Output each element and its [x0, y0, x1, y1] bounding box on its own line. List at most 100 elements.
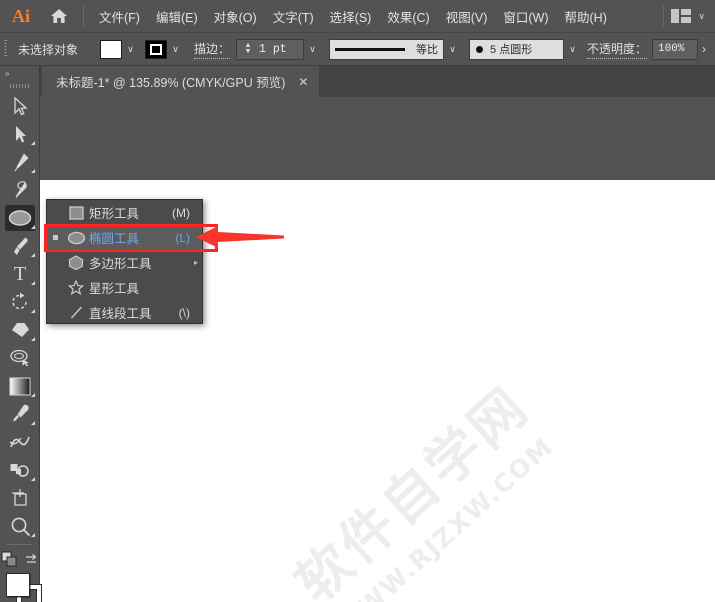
workspace-chevron-down-icon[interactable]: ∨ — [698, 11, 705, 22]
menu-select[interactable]: 选择(S) — [322, 0, 380, 32]
ellipse-icon — [8, 210, 32, 226]
toolbar-grip[interactable] — [0, 80, 39, 92]
zoom-tool[interactable] — [0, 512, 40, 540]
menu-object[interactable]: 对象(O) — [206, 0, 265, 32]
rotate-tool[interactable] — [0, 288, 40, 316]
flyout-item-rectangle[interactable]: 矩形工具 (M) — [47, 200, 202, 225]
fill-stroke-indicator[interactable] — [0, 571, 42, 602]
direct-selection-tool[interactable] — [0, 120, 40, 148]
type-tool[interactable]: T — [0, 260, 40, 288]
flyout-item-star[interactable]: 星形工具 — [47, 275, 202, 300]
flyout-shortcut: (M) — [172, 205, 190, 220]
blend-icon — [9, 436, 30, 448]
ellipse-icon — [63, 231, 89, 245]
flyout-item-line-segment[interactable]: 直线段工具 (\) — [47, 300, 202, 325]
selection-tool[interactable] — [0, 92, 40, 120]
brush-label: 5 点圆形 — [490, 44, 533, 56]
canvas-area[interactable]: 软件自学网 WWW.RJZXW.COM — [40, 97, 715, 602]
menu-edit[interactable]: 编辑(E) — [148, 0, 206, 32]
stroke-profile-select[interactable]: 等比 — [329, 38, 445, 60]
home-icon[interactable] — [42, 0, 76, 32]
document-tab[interactable]: 未标题-1* @ 135.89% (CMYK/GPU 预览) ✕ — [42, 66, 320, 97]
flyout-item-polygon[interactable]: 多边形工具 ▸ — [47, 250, 202, 275]
paintbrush-icon — [13, 237, 28, 255]
stroke-color-swatch[interactable] — [145, 39, 168, 59]
flyout-submenu-arrow-icon[interactable]: ▸ — [194, 258, 198, 267]
tool-flyout-indicator — [31, 253, 35, 257]
workspace-divider — [663, 6, 665, 26]
profile-label: 等比 — [416, 44, 439, 56]
stroke-weight-input[interactable]: ▲ ▼ 1 pt — [236, 38, 305, 60]
tool-flyout-indicator — [31, 225, 35, 229]
document-tab-bar: 未标题-1* @ 135.89% (CMYK/GPU 预览) ✕ — [0, 66, 715, 97]
fill-indicator[interactable] — [6, 573, 30, 597]
document-tab-title: 未标题-1* @ 135.89% (CMYK/GPU 预览) — [56, 76, 286, 90]
default-fill-stroke-icon[interactable] — [1, 551, 18, 567]
menu-file[interactable]: 文件(F) — [91, 0, 148, 32]
menu-item-list: 文件(F) 编辑(E) 对象(O) 文字(T) 选择(S) 效果(C) 视图(V… — [91, 0, 615, 32]
curvature-pen-icon — [15, 181, 27, 199]
line-segment-icon — [63, 305, 89, 320]
stroke-weight-stepper[interactable]: ▲ ▼ — [242, 43, 254, 56]
type-t-icon: T — [13, 262, 27, 285]
watermark: 软件自学网 WWW.RJZXW.COM — [283, 374, 559, 602]
flyout-shortcut: (L) — [175, 230, 190, 245]
brush-definition-select[interactable]: 5 点圆形 — [469, 38, 565, 60]
stroke-weight-chevron-icon[interactable]: ∨ — [304, 39, 321, 60]
menu-effect[interactable]: 效果(C) — [379, 0, 437, 32]
symbol-sprayer-tool[interactable] — [0, 456, 40, 484]
lasso-tool[interactable] — [0, 344, 40, 372]
flyout-label: 矩形工具 — [89, 207, 140, 221]
workspace-glyph — [671, 9, 692, 23]
paintbrush-tool[interactable] — [0, 232, 40, 260]
tool-flyout-indicator — [31, 337, 35, 341]
eyedropper-icon — [12, 404, 29, 422]
menu-view[interactable]: 视图(V) — [438, 0, 496, 32]
ellipse-tool[interactable] — [0, 204, 40, 232]
flyout-label: 星形工具 — [89, 282, 140, 296]
toolbar-expand-icon[interactable]: » — [0, 66, 39, 80]
pen-icon — [14, 153, 28, 172]
opacity-input[interactable]: 100% — [652, 38, 699, 60]
menu-window[interactable]: 窗口(W) — [495, 0, 556, 32]
menu-type[interactable]: 文字(T) — [265, 0, 322, 32]
swap-fill-stroke-icon[interactable] — [24, 553, 38, 566]
control-bar: 未选择对象 ∨ ∨ 描边： ▲ ▼ 1 pt ∨ 等比 ∨ 5 点圆形 ∨ 不透明… — [0, 32, 715, 66]
close-icon[interactable]: ✕ — [298, 75, 308, 89]
lasso-icon — [10, 349, 29, 367]
tool-flyout-indicator — [31, 141, 35, 145]
tool-flyout-indicator — [31, 533, 35, 537]
stroke-dropdown-chevron-icon[interactable]: ∨ — [167, 39, 184, 60]
gradient-tool[interactable] — [0, 372, 40, 400]
stroke-swatch-inner — [150, 43, 163, 55]
brush-dot-preview — [476, 45, 484, 53]
menu-help[interactable]: 帮助(H) — [557, 0, 615, 32]
tools-panel: » T — [0, 66, 42, 602]
illustrator-window: Ai 文件(F) 编辑(E) 对象(O) 文字(T) 选择(S) 效果(C) 视… — [0, 0, 715, 602]
eyedropper-tool[interactable] — [0, 400, 40, 428]
workspace-switcher-icon[interactable] — [671, 9, 692, 23]
curvature-tool[interactable] — [0, 176, 40, 204]
flyout-item-ellipse[interactable]: 椭圆工具 (L) — [47, 225, 202, 250]
artboard-tool[interactable] — [0, 484, 40, 512]
watermark-url: WWW.RJZXW.COM — [330, 431, 560, 602]
eraser-tool[interactable] — [0, 316, 40, 344]
tool-flyout-indicator — [31, 477, 35, 481]
control-bar-overflow-arrow[interactable]: › — [698, 42, 710, 56]
profile-chevron-icon[interactable]: ∨ — [444, 39, 461, 60]
blend-tool[interactable] — [0, 428, 40, 456]
fill-color-swatch[interactable] — [100, 39, 123, 59]
fill-dropdown-chevron-icon[interactable]: ∨ — [122, 39, 139, 60]
selection-status: 未选择对象 — [18, 42, 79, 57]
brush-chevron-icon[interactable]: ∨ — [564, 39, 581, 60]
workspace-area: ∨ — [656, 6, 715, 26]
pen-tool[interactable] — [0, 148, 40, 176]
artboard-icon — [12, 489, 27, 506]
app-logo: Ai — [12, 5, 30, 26]
opacity-label: 不透明度： — [587, 40, 648, 59]
direct-select-arrow-icon — [15, 125, 26, 142]
home-glyph — [51, 9, 67, 23]
control-bar-grip[interactable] — [0, 32, 10, 66]
toolbar-divider — [7, 544, 32, 545]
tool-flyout-indicator — [31, 421, 35, 425]
